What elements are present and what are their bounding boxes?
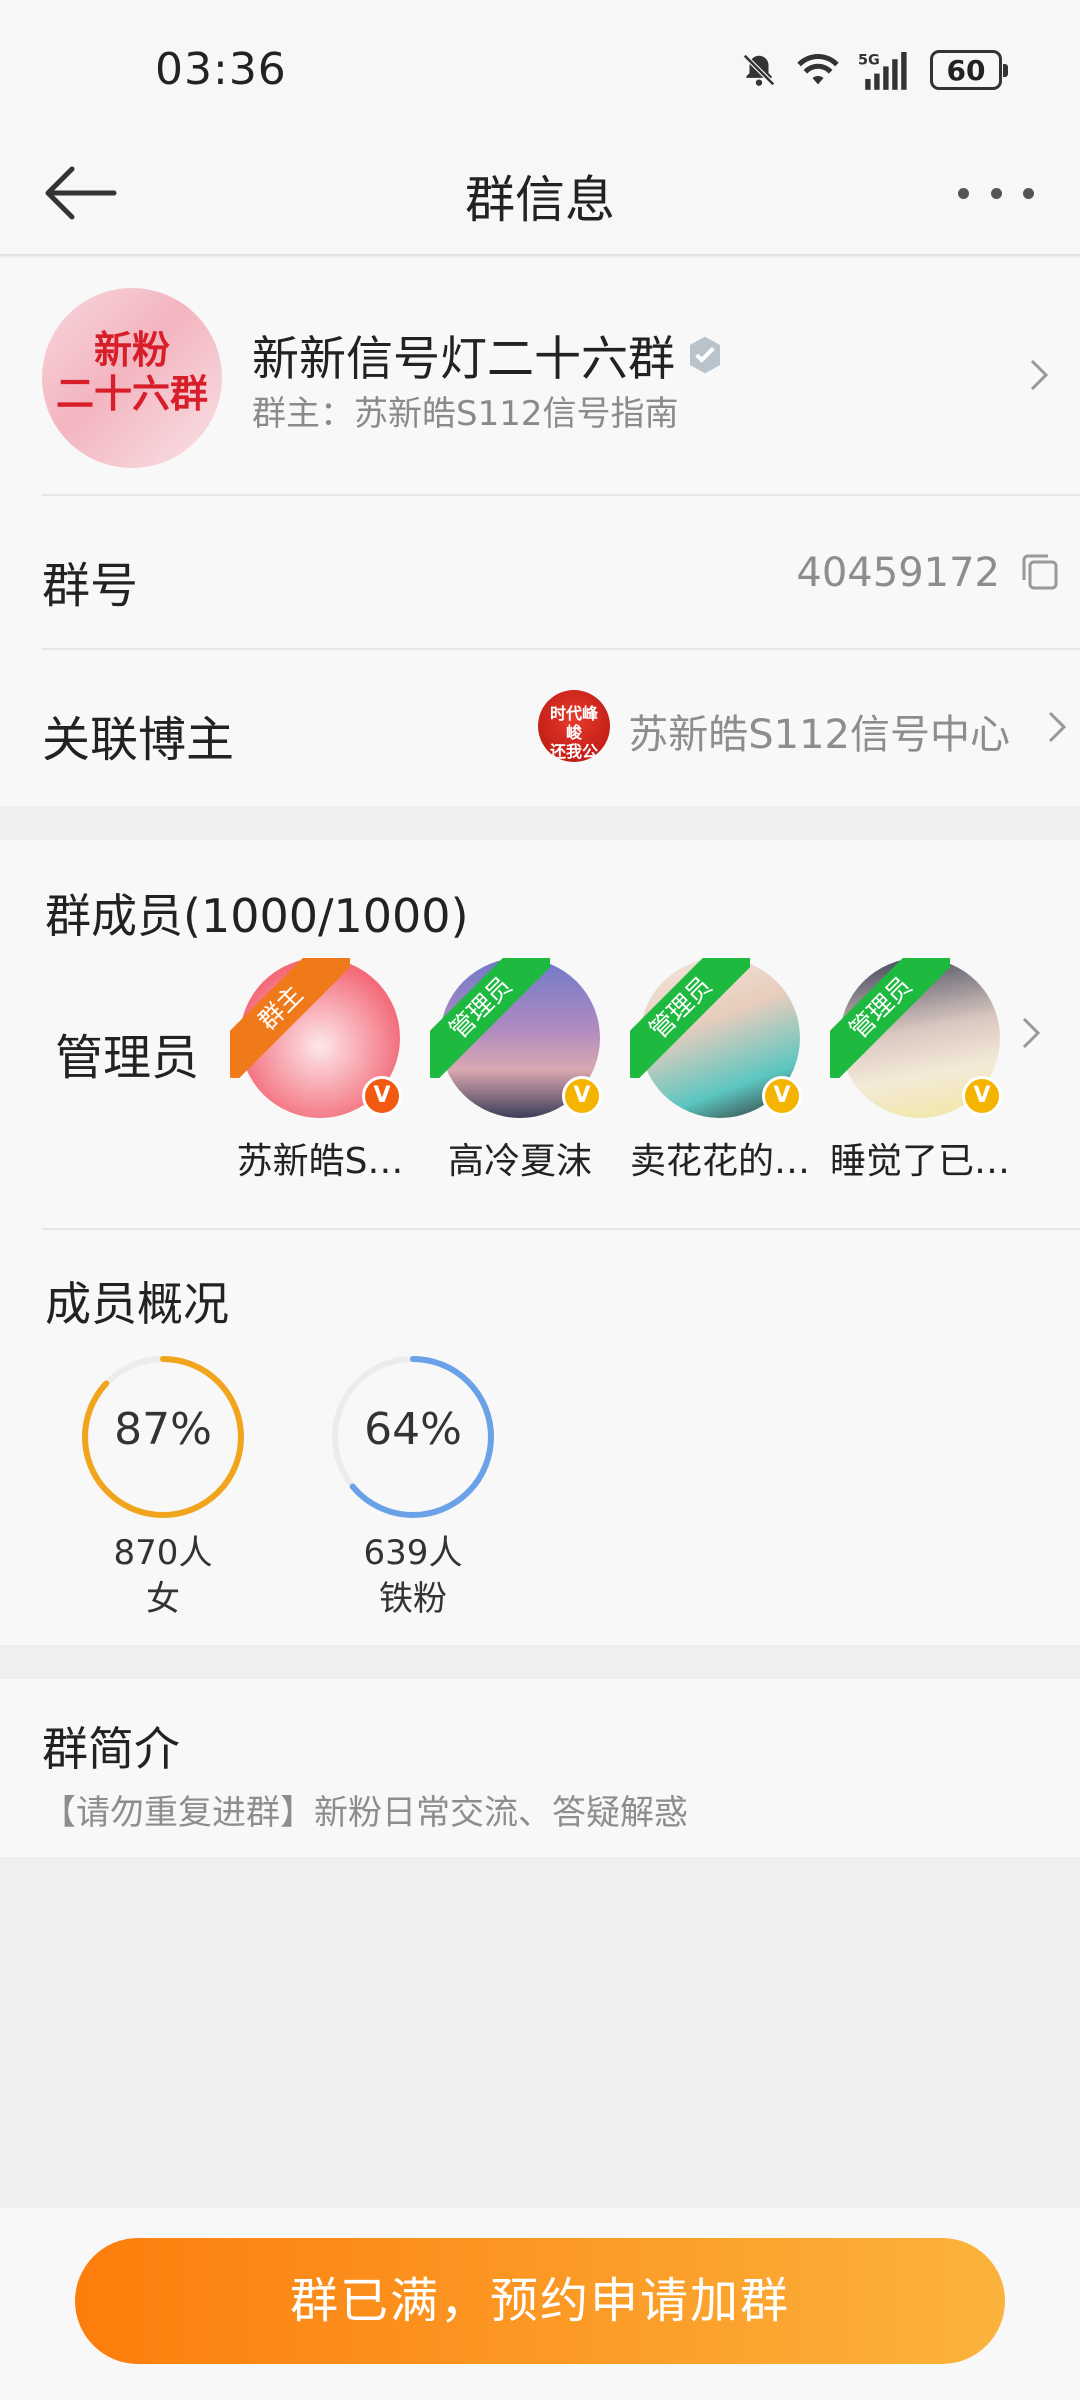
stat-ring-female: 87% [78,1352,248,1522]
group-info-section: 新粉 二十六群 新新信号灯二十六群 群主：苏新皓S112信号指南 群号 4045… [0,258,1080,806]
group-intro-section: 群简介 【请勿重复进群】新粉日常交流、答疑解惑 [0,1679,1080,1857]
admin-name: 卖花花的… [630,1141,811,1182]
admin-name: 苏新皓S… [236,1141,404,1182]
intro-text: 【请勿重复进群】新粉日常交流、答疑解惑 [42,1793,688,1833]
stat-count: 870人 [113,1533,213,1573]
linked-blogger-name: 苏新皓S112信号中心 [628,712,1010,758]
verified-badge-icon [685,335,725,375]
admin-card[interactable]: 群主 V 苏新皓S… [230,958,410,1184]
admin-card[interactable]: 管理员 V 睡觉了已… [830,958,1010,1184]
admin-name: 高冷夏沫 [447,1141,592,1182]
mute-bell-icon [740,51,778,89]
group-number-label: 群号 [42,558,139,614]
chevron-right-icon [1022,358,1056,392]
verified-v-icon: V [562,1076,602,1116]
page-title: 群信息 [465,171,615,229]
role-tag-admin: 管理员 [430,958,550,1078]
group-header[interactable]: 新粉 二十六群 新新信号灯二十六群 群主：苏新皓S112信号指南 [42,258,1080,496]
stat-percent: 64% [364,1404,462,1455]
group-name: 新新信号灯二十六群 [252,332,675,387]
status-icons: 5G 60 [740,50,1008,90]
chevron-right-icon[interactable] [1014,1016,1048,1050]
divider [42,1228,1080,1230]
verified-v-icon: V [762,1076,802,1116]
more-options-icon[interactable] [958,178,1034,208]
admin-list: 群主 V 苏新皓S… 管理员 V 高冷夏沫 管理员 V 卖花花的… 管理员 V … [230,958,1010,1184]
role-tag-admin: 管理员 [630,958,750,1078]
group-number-value: 40459172 [796,550,1000,596]
group-avatar-text-1: 新粉 [93,328,170,372]
stat-label: 女 [146,1579,180,1619]
members-title[interactable]: 群成员(1000/1000) [45,880,469,946]
group-avatar: 新粉 二十六群 [42,288,222,468]
stat-caption: 639人 铁粉 [328,1530,498,1622]
stat-percent: 87% [114,1404,212,1455]
group-owner: 群主：苏新皓S112信号指南 [252,394,679,434]
blogger-avatar-text: 时代峰峻 还我公主 [549,704,598,762]
group-number-row: 群号 40459172 [42,496,1080,650]
role-tag-owner: 群主 [230,958,350,1078]
stat-ring-iron-fans: 64% [328,1352,498,1522]
admin-card[interactable]: 管理员 V 高冷夏沫 [430,958,610,1184]
role-tag-admin: 管理员 [830,958,950,1078]
group-avatar-text-2: 二十六群 [55,372,208,416]
chevron-right-icon [1040,710,1074,744]
battery-icon: 60 [930,50,1008,90]
blogger-avatar: 时代峰峻 还我公主 [538,690,610,762]
admin-name: 睡觉了已… [830,1141,1011,1182]
bottom-bar: 群已满，预约申请加群 [0,2208,1080,2400]
status-time: 03:36 [155,44,287,95]
intro-title: 群简介 [42,1722,180,1776]
linked-blogger-label: 关联博主 [42,712,235,768]
admin-label: 管理员 [55,1030,200,1086]
wifi-icon [796,52,840,88]
stat-caption: 870人 女 [78,1530,248,1622]
verified-v-icon: V [962,1076,1002,1116]
status-bar: 03:36 5G 60 [0,0,1080,130]
verified-v-icon: V [362,1076,402,1116]
join-group-button[interactable]: 群已满，预约申请加群 [75,2238,1005,2364]
linked-blogger-row[interactable]: 关联博主 时代峰峻 还我公主 苏新皓S112信号中心 [42,650,1080,804]
nav-bar: 群信息 [0,130,1080,256]
signal-5g-icon: 5G [858,50,912,90]
members-section: 群成员(1000/1000) 管理员 群主 V 苏新皓S… 管理员 V 高冷夏沫… [0,840,1080,1645]
stat-label: 铁粉 [379,1579,447,1619]
overview-title: 成员概况 [45,1277,229,1331]
stat-count: 639人 [363,1533,463,1573]
admin-card[interactable]: 管理员 V 卖花花的… [630,958,810,1184]
svg-text:5G: 5G [858,53,880,69]
copy-icon[interactable] [1020,552,1060,592]
